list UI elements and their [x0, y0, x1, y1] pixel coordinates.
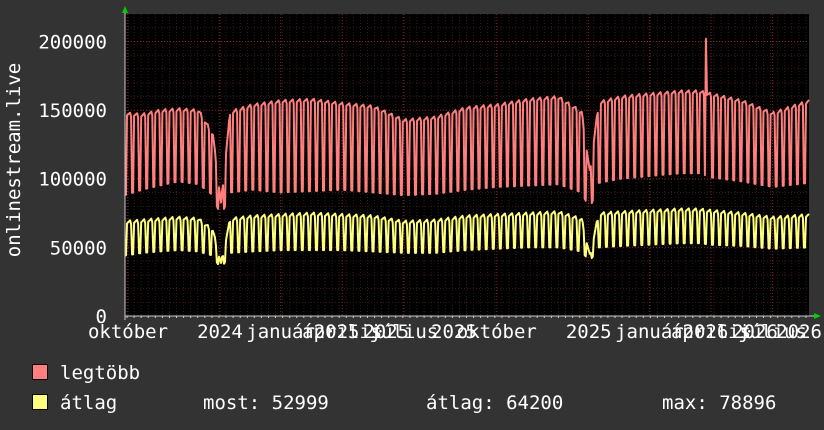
- x-tick-labels: október 2024 január2025április2025július20…: [88, 321, 822, 343]
- x-axis-arrow: [814, 313, 821, 319]
- y-axis-label-text: onlinestream.live: [3, 62, 25, 258]
- x-tick-label: 2024: [197, 321, 243, 343]
- x-tick-label: július: [370, 321, 439, 343]
- legend-label-max: legtöbb: [60, 362, 141, 384]
- legend-swatch-max: [32, 364, 48, 380]
- y-tick-labels: 050000100000150000200000: [38, 32, 107, 329]
- x-tick-label: 2025: [566, 321, 612, 343]
- stat-max: max: 78896: [662, 392, 777, 414]
- legend-item-avg: átlag: [32, 392, 117, 414]
- x-tick-label: október: [457, 321, 537, 343]
- legend-swatch-avg: [32, 394, 48, 410]
- x-tick-label: október: [88, 321, 168, 343]
- stat-most: most: 52999: [203, 392, 329, 414]
- y-tick-label: 150000: [38, 100, 107, 122]
- stat-atlag: átlag: 64200: [426, 392, 564, 414]
- y-tick-label: 100000: [38, 169, 107, 191]
- legend-item-max: legtöbb: [32, 362, 140, 384]
- x-tick-label: 2026: [776, 321, 822, 343]
- y-tick-label: 200000: [38, 32, 107, 54]
- y-tick-label: 50000: [50, 237, 107, 259]
- legend-label-avg: átlag: [60, 392, 118, 414]
- y-axis-label: onlinestream.live: [2, 0, 26, 320]
- y-axis-arrow: [122, 6, 128, 13]
